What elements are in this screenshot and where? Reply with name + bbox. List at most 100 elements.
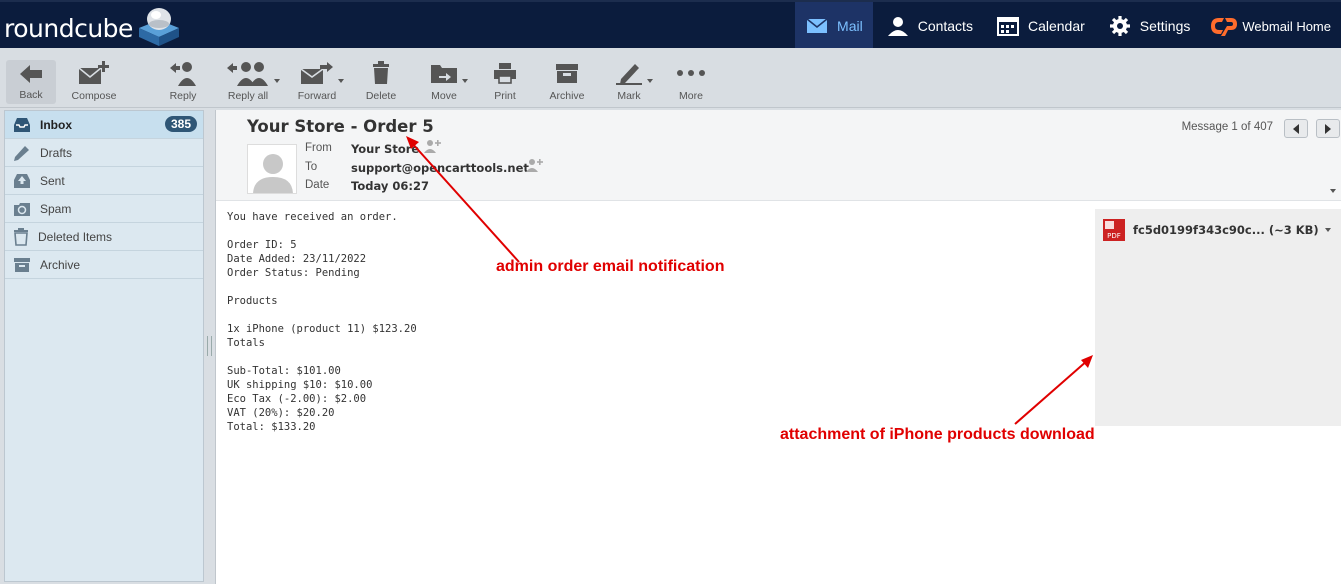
archive-button[interactable]: Archive	[544, 48, 590, 108]
more-button[interactable]: More	[672, 48, 710, 108]
archive-icon	[14, 257, 30, 272]
compose-label: Compose	[71, 90, 117, 102]
folder-sent-label: Sent	[40, 173, 65, 188]
nav-mail-label: Mail	[837, 18, 863, 34]
mail-icon	[806, 18, 828, 33]
trash-icon	[373, 61, 389, 84]
annotation-attachment-download: attachment of iPhone products download	[780, 426, 1095, 443]
compose-icon	[78, 61, 109, 84]
move-folder-icon	[431, 65, 457, 83]
nav-calendar[interactable]: Calendar	[985, 2, 1097, 50]
nav-webmail-home[interactable]: Webmail Home	[1200, 2, 1341, 50]
mark-pen-icon	[616, 64, 642, 85]
annotation-email-notification: admin order email notification	[496, 258, 725, 275]
nav-calendar-label: Calendar	[1027, 18, 1085, 34]
from-value[interactable]: Your Store	[351, 142, 419, 156]
header-expand-caret[interactable]	[1330, 189, 1336, 193]
attachment-panel: PDF fc5d0199f343c90c... (~3 KB)	[1095, 209, 1341, 426]
reply-icon	[170, 62, 196, 86]
date-value: Today 06:27	[351, 179, 429, 193]
move-label: Move	[431, 90, 457, 102]
reply-all-button[interactable]: Reply all	[218, 48, 280, 108]
chevron-left-icon	[1293, 123, 1299, 134]
reply-button[interactable]: Reply	[164, 48, 202, 108]
nav-webmail-home-label: Webmail Home	[1242, 18, 1331, 34]
folder-drafts-label: Drafts	[40, 145, 73, 160]
sender-avatar	[247, 144, 297, 194]
forward-button[interactable]: Forward	[294, 48, 344, 108]
folder-drafts[interactable]: Drafts	[5, 139, 203, 167]
pane-splitter[interactable]	[207, 336, 212, 356]
contacts-icon	[887, 17, 908, 36]
move-button[interactable]: Move	[424, 48, 468, 108]
forward-label: Forward	[297, 90, 337, 102]
message-body: You have received an order. Order ID: 5 …	[227, 211, 417, 433]
back-label: Back	[19, 89, 43, 101]
delete-button[interactable]: Delete	[360, 48, 402, 108]
mark-label: Mark	[617, 90, 641, 102]
roundcube-logo[interactable]: roundcube	[4, 8, 181, 48]
nav-settings[interactable]: Settings	[1097, 2, 1201, 50]
logo-box-icon	[135, 4, 181, 46]
folder-archive[interactable]: Archive	[5, 251, 203, 279]
top-bar: roundcube Mail Contacts Calendar Setting…	[0, 0, 1341, 50]
to-value[interactable]: support@opencarttools.net	[351, 161, 529, 175]
attachment-item[interactable]: PDF fc5d0199f343c90c... (~3 KB)	[1103, 219, 1331, 241]
delete-label: Delete	[365, 90, 397, 102]
toolbar: Back Compose Reply Reply all Forward Del…	[0, 48, 1341, 108]
more-label: More	[679, 90, 703, 102]
reply-all-label: Reply all	[227, 90, 269, 102]
message-header: Your Store - Order 5 From Your Store To …	[216, 110, 1341, 201]
inbox-icon	[14, 117, 30, 132]
pencil-icon	[14, 145, 29, 161]
folder-spam-label: Spam	[40, 201, 72, 216]
message-pane: Your Store - Order 5 From Your Store To …	[215, 110, 1341, 584]
archive-label: Archive	[549, 90, 585, 102]
folder-inbox[interactable]: Inbox 385	[5, 111, 203, 139]
print-label: Print	[494, 90, 516, 102]
folder-list: Inbox 385 Drafts Sent Spam Deleted Items…	[4, 110, 204, 582]
message-subject: Your Store - Order 5	[247, 117, 434, 136]
gear-icon	[1109, 16, 1130, 36]
chevron-right-icon	[1325, 123, 1331, 134]
previous-message-button[interactable]	[1284, 119, 1308, 138]
date-label: Date	[305, 179, 330, 191]
trash-icon	[14, 227, 28, 246]
back-button[interactable]: Back	[6, 60, 56, 104]
top-navigation: Mail Contacts Calendar Settings Webmail …	[795, 2, 1341, 50]
sent-icon	[14, 173, 30, 188]
back-arrow-icon	[20, 64, 42, 83]
pdf-icon-text: PDF	[1107, 232, 1121, 240]
printer-icon	[494, 63, 516, 84]
nav-mail[interactable]: Mail	[795, 2, 873, 50]
folder-deleted-items-label: Deleted Items	[38, 229, 113, 244]
add-contact-icon[interactable]	[424, 139, 442, 153]
mark-button[interactable]: Mark	[610, 48, 653, 108]
folder-sent[interactable]: Sent	[5, 167, 203, 195]
attachment-size: (~3 KB)	[1268, 223, 1319, 237]
attachment-filename: fc5d0199f343c90c...	[1133, 223, 1265, 237]
forward-icon	[300, 62, 333, 84]
pdf-icon: PDF	[1103, 219, 1125, 241]
next-message-button[interactable]	[1316, 119, 1340, 138]
nav-settings-label: Settings	[1139, 18, 1191, 34]
more-dots-icon	[677, 70, 705, 76]
print-button[interactable]: Print	[486, 48, 524, 108]
nav-contacts[interactable]: Contacts	[873, 2, 985, 50]
reply-label: Reply	[169, 90, 197, 102]
message-counter: Message 1 of 407	[1181, 121, 1273, 133]
add-contact-icon[interactable]	[526, 158, 544, 172]
logo-text: roundcube	[4, 13, 133, 43]
unread-count-badge: 385	[164, 116, 197, 132]
spam-icon	[14, 202, 30, 216]
calendar-icon	[996, 17, 1019, 36]
folder-inbox-label: Inbox	[40, 117, 72, 132]
folder-spam[interactable]: Spam	[5, 195, 203, 223]
archive-box-icon	[556, 64, 578, 83]
reply-all-icon	[227, 62, 268, 86]
folder-deleted-items[interactable]: Deleted Items	[5, 223, 203, 251]
attachment-menu-caret[interactable]	[1324, 228, 1331, 232]
nav-contacts-label: Contacts	[917, 18, 973, 34]
to-label: To	[305, 161, 318, 173]
compose-button[interactable]: Compose	[68, 48, 120, 108]
